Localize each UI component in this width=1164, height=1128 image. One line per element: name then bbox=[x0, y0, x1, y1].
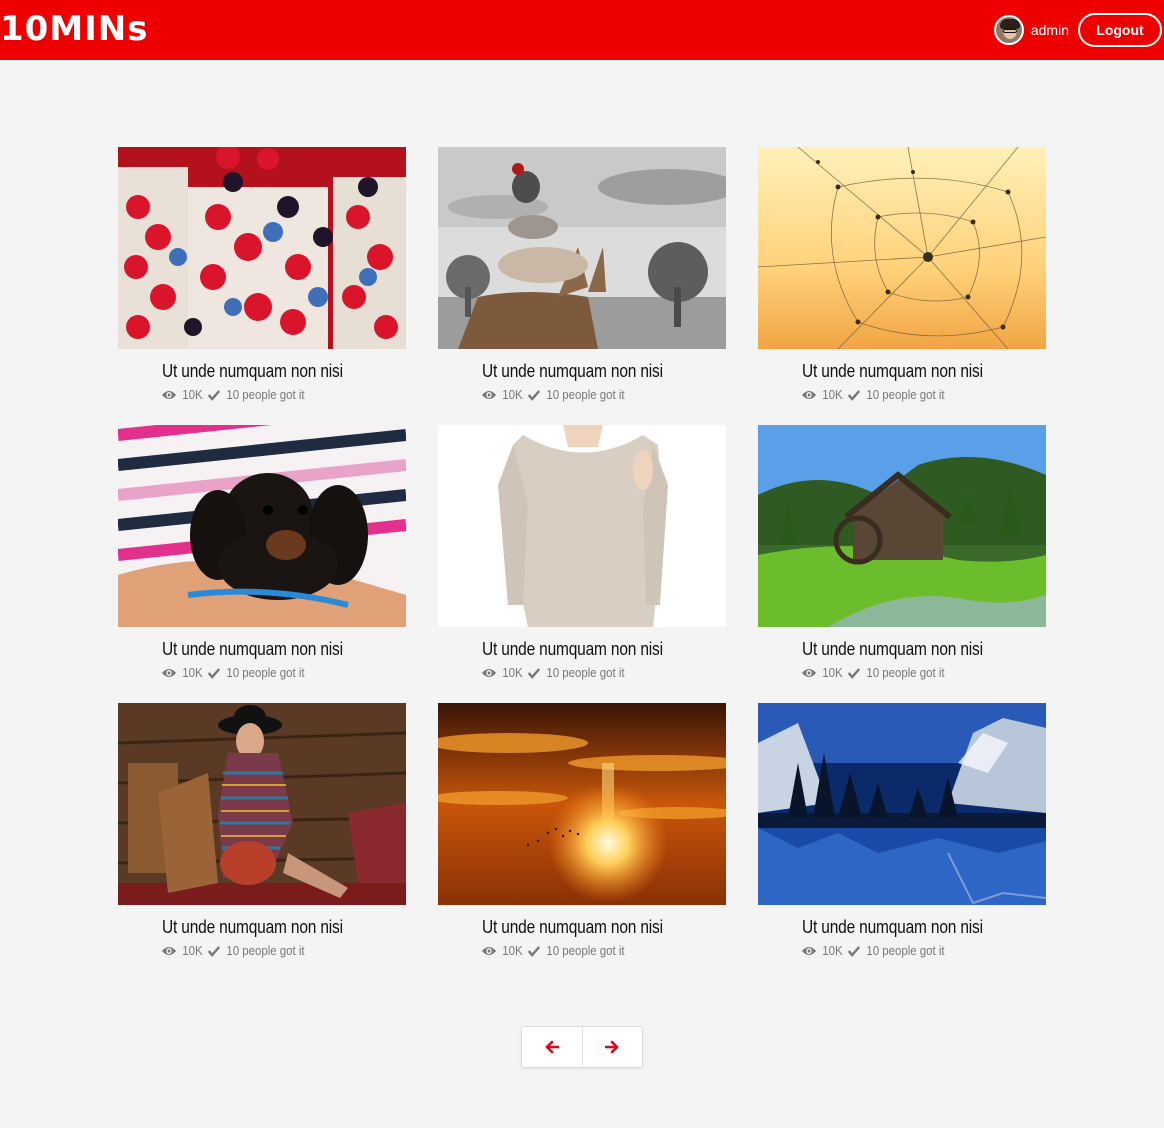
check-icon bbox=[207, 667, 221, 679]
sunset-image[interactable] bbox=[438, 703, 726, 905]
card-title[interactable]: Ut unde numquam non nisi bbox=[802, 361, 983, 382]
check-icon bbox=[527, 945, 541, 957]
card-title[interactable]: Ut unde numquam non nisi bbox=[482, 361, 663, 382]
check-icon bbox=[847, 389, 861, 401]
prev-page-button[interactable] bbox=[522, 1027, 582, 1067]
puppy-image[interactable] bbox=[118, 425, 406, 627]
view-count: 10K bbox=[822, 665, 843, 680]
card-meta: 10K 10 people got it bbox=[482, 387, 625, 402]
watermill-image[interactable] bbox=[758, 425, 1046, 627]
content-card[interactable]: Ut unde numquam non nisi 10K 10 people g… bbox=[758, 147, 1046, 409]
content-card[interactable]: Ut unde numquam non nisi 10K 10 people g… bbox=[758, 425, 1046, 687]
check-icon bbox=[527, 667, 541, 679]
card-title[interactable]: Ut unde numquam non nisi bbox=[162, 361, 343, 382]
content-card[interactable]: Ut unde numquam non nisi 10K 10 people g… bbox=[118, 147, 406, 409]
card-meta: 10K 10 people got it bbox=[802, 943, 945, 958]
got-it-count: 10 people got it bbox=[866, 665, 945, 680]
beige-top-image[interactable] bbox=[438, 425, 726, 627]
card-title[interactable]: Ut unde numquam non nisi bbox=[802, 917, 983, 938]
got-it-count: 10 people got it bbox=[226, 943, 305, 958]
got-it-count: 10 people got it bbox=[546, 387, 625, 402]
view-count: 10K bbox=[822, 387, 843, 402]
spider-web-image[interactable] bbox=[758, 147, 1046, 349]
card-title[interactable]: Ut unde numquam non nisi bbox=[162, 917, 343, 938]
view-count: 10K bbox=[182, 665, 203, 680]
got-it-count: 10 people got it bbox=[866, 387, 945, 402]
check-icon bbox=[847, 667, 861, 679]
check-icon bbox=[527, 389, 541, 401]
app-logo[interactable]: 10MINs bbox=[0, 9, 149, 49]
view-count: 10K bbox=[502, 665, 523, 680]
card-meta: 10K 10 people got it bbox=[162, 943, 305, 958]
card-meta: 10K 10 people got it bbox=[162, 387, 305, 402]
got-it-count: 10 people got it bbox=[226, 665, 305, 680]
eye-icon bbox=[802, 946, 817, 955]
got-it-count: 10 people got it bbox=[866, 943, 945, 958]
eye-icon bbox=[162, 668, 177, 677]
card-title[interactable]: Ut unde numquam non nisi bbox=[802, 639, 983, 660]
content-card[interactable]: Ut unde numquam non nisi 10K 10 people g… bbox=[438, 425, 726, 687]
card-meta: 10K 10 people got it bbox=[482, 943, 625, 958]
eye-icon bbox=[162, 390, 177, 399]
card-title[interactable]: Ut unde numquam non nisi bbox=[482, 917, 663, 938]
top-navbar: 10MINs admin Logout bbox=[0, 0, 1164, 60]
user-area: admin Logout bbox=[993, 13, 1162, 47]
view-count: 10K bbox=[502, 387, 523, 402]
username: admin bbox=[1030, 22, 1069, 38]
got-it-count: 10 people got it bbox=[226, 387, 305, 402]
card-title[interactable]: Ut unde numquam non nisi bbox=[482, 639, 663, 660]
animals-stack-image[interactable] bbox=[438, 147, 726, 349]
check-icon bbox=[847, 945, 861, 957]
check-icon bbox=[207, 945, 221, 957]
card-title[interactable]: Ut unde numquam non nisi bbox=[162, 639, 343, 660]
eye-icon bbox=[802, 668, 817, 677]
got-it-count: 10 people got it bbox=[546, 665, 625, 680]
content-card[interactable]: Ut unde numquam non nisi 10K 10 people g… bbox=[438, 147, 726, 409]
check-icon bbox=[207, 389, 221, 401]
view-count: 10K bbox=[502, 943, 523, 958]
arrow-left-icon bbox=[545, 1040, 559, 1054]
view-count: 10K bbox=[182, 943, 203, 958]
avatar[interactable] bbox=[993, 15, 1024, 45]
content-card[interactable]: Ut unde numquam non nisi 10K 10 people g… bbox=[758, 703, 1046, 965]
next-page-button[interactable] bbox=[581, 1027, 643, 1067]
berries-image[interactable] bbox=[118, 147, 406, 349]
card-meta: 10K 10 people got it bbox=[802, 387, 945, 402]
card-meta: 10K 10 people got it bbox=[802, 665, 945, 680]
eye-icon bbox=[162, 946, 177, 955]
card-meta: 10K 10 people got it bbox=[482, 665, 625, 680]
fashion-woman-image[interactable] bbox=[118, 703, 406, 905]
eye-icon bbox=[482, 668, 497, 677]
content-card[interactable]: Ut unde numquam non nisi 10K 10 people g… bbox=[118, 703, 406, 965]
view-count: 10K bbox=[822, 943, 843, 958]
pagination bbox=[521, 1026, 643, 1068]
eye-icon bbox=[482, 946, 497, 955]
logout-button[interactable]: Logout bbox=[1078, 13, 1162, 47]
mountain-lake-image[interactable] bbox=[758, 703, 1046, 905]
card-meta: 10K 10 people got it bbox=[162, 665, 305, 680]
view-count: 10K bbox=[182, 387, 203, 402]
got-it-count: 10 people got it bbox=[546, 943, 625, 958]
content-card[interactable]: Ut unde numquam non nisi 10K 10 people g… bbox=[118, 425, 406, 687]
eye-icon bbox=[802, 390, 817, 399]
content-card[interactable]: Ut unde numquam non nisi 10K 10 people g… bbox=[438, 703, 726, 965]
eye-icon bbox=[482, 390, 497, 399]
arrow-right-icon bbox=[605, 1040, 619, 1054]
